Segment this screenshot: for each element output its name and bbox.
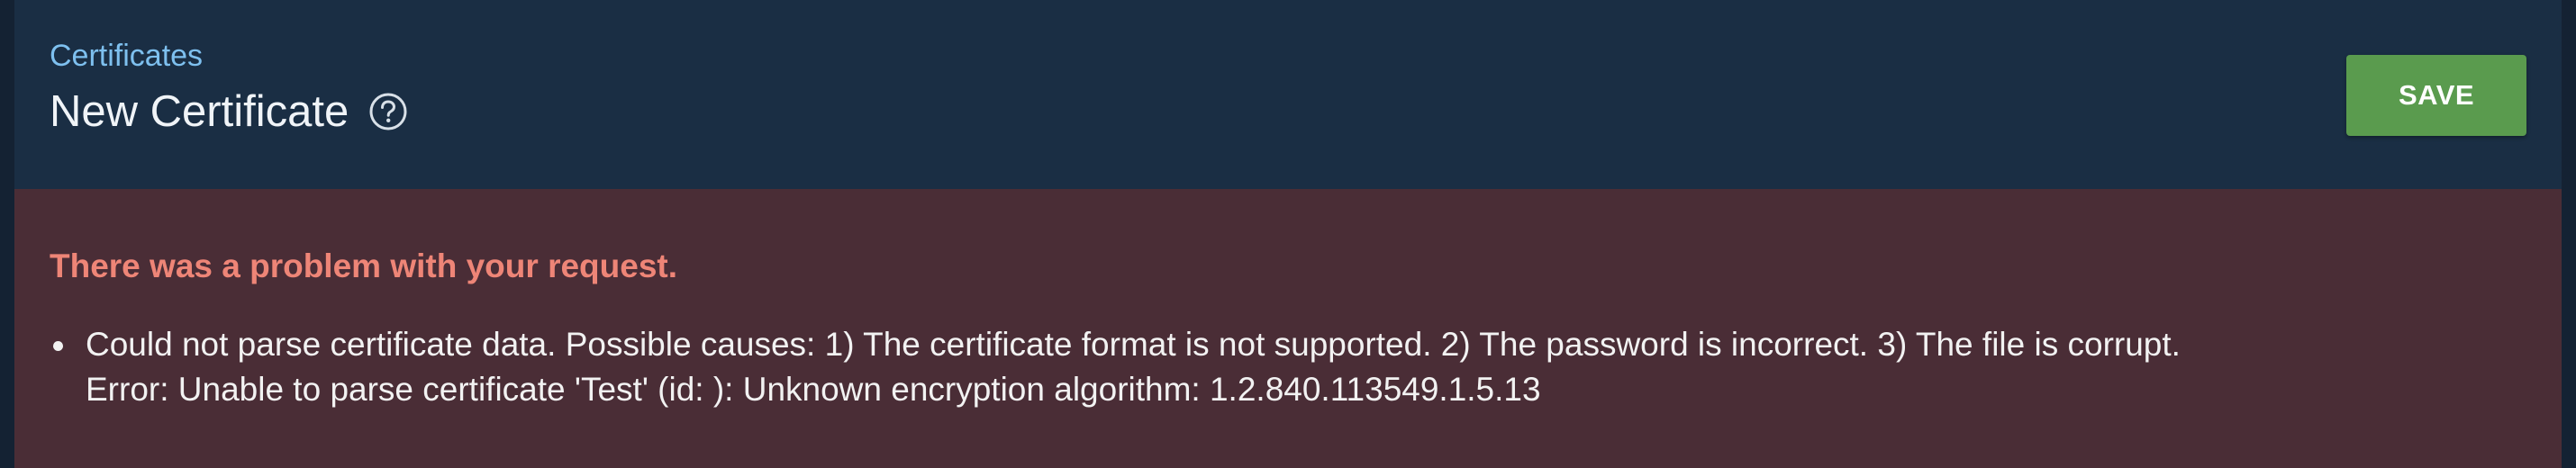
help-circle-icon-graphic <box>369 93 407 130</box>
error-list-item: Could not parse certificate data. Possib… <box>50 322 2535 412</box>
page-header: Certificates New Certificate SAVE <box>14 0 2562 189</box>
app-frame: Certificates New Certificate SAVE There … <box>0 0 2576 468</box>
error-title: There was a problem with your request. <box>50 248 678 284</box>
save-button[interactable]: SAVE <box>2346 55 2526 136</box>
page-title: New Certificate <box>50 87 349 136</box>
title-row: New Certificate <box>50 83 408 140</box>
error-list: Could not parse certificate data. Possib… <box>50 322 2535 412</box>
error-message-line-2: Error: Unable to parse certificate 'Test… <box>86 371 1541 408</box>
certificate-panel: Certificates New Certificate SAVE There … <box>14 0 2562 468</box>
error-message-line-1: Could not parse certificate data. Possib… <box>86 326 2181 363</box>
bullet-icon <box>53 341 63 351</box>
error-alert: There was a problem with your request. C… <box>14 189 2562 468</box>
help-circle-icon[interactable] <box>368 92 408 131</box>
breadcrumb-certificates[interactable]: Certificates <box>50 34 203 77</box>
